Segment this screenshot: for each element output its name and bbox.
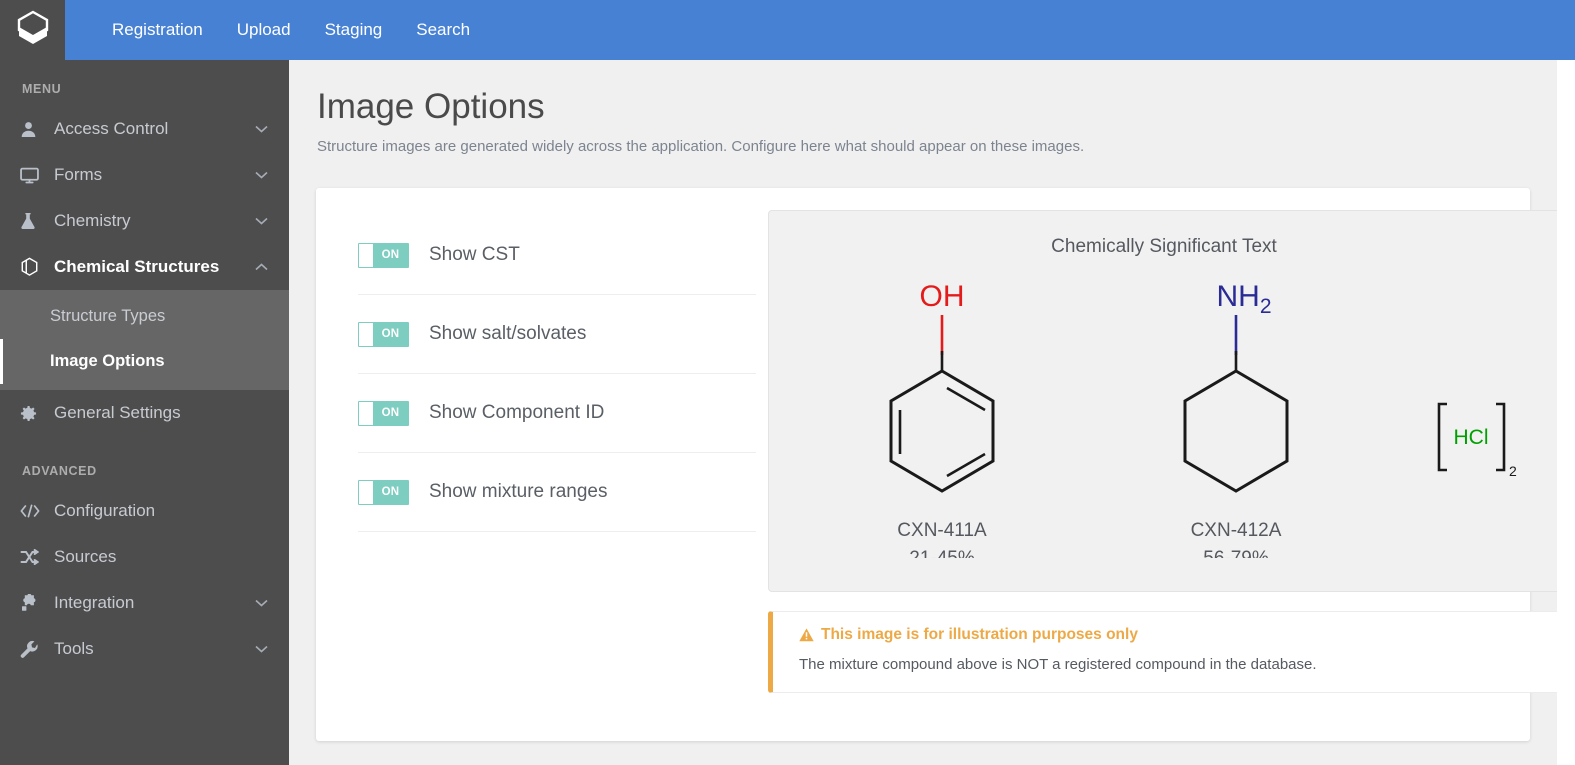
structure-component-2: NH2 CXN-412A 56-79% xyxy=(1183,280,1289,558)
preview-title: Chemically Significant Text xyxy=(1051,236,1277,257)
toggle-state-label: ON xyxy=(381,328,400,340)
option-row-show-cst: ON Show CST xyxy=(358,216,756,295)
option-label-show-salt-solvates: Show salt/solvates xyxy=(429,323,587,344)
hexagon-icon xyxy=(20,257,46,277)
option-label-show-mixture-ranges: Show mixture ranges xyxy=(429,481,608,502)
sidebar-label-forms: Forms xyxy=(54,165,103,184)
sidebar-item-tools[interactable]: Tools xyxy=(0,626,289,672)
chevron-down-icon xyxy=(255,125,269,133)
option-label-show-cst: Show CST xyxy=(429,244,520,265)
toggle-state-label: ON xyxy=(381,486,400,498)
structure-preview-column: Chemically Significant Text OH CXN-411A … xyxy=(756,210,1557,741)
right-gutter xyxy=(1557,60,1575,765)
puzzle-icon xyxy=(20,594,46,612)
svg-text:OH: OH xyxy=(920,280,965,313)
sidebar-label-chemical-structures: Chemical Structures xyxy=(54,257,220,276)
sidebar-label-configuration: Configuration xyxy=(54,501,156,520)
nav-item-search[interactable]: Search xyxy=(399,0,487,60)
svg-text:HCl: HCl xyxy=(1454,426,1489,449)
sidebar-item-configuration[interactable]: Configuration xyxy=(0,488,289,534)
sidebar-item-forms[interactable]: Forms xyxy=(0,152,289,198)
sidebar-label-structure-types: Structure Types xyxy=(50,307,166,325)
sidebar-item-chemistry[interactable]: Chemistry xyxy=(0,198,289,244)
svg-text:21-45%: 21-45% xyxy=(909,548,975,558)
settings-card: ON Show CST ON Show salt/solvates ON Sho… xyxy=(316,188,1557,741)
svg-text:NH2: NH2 xyxy=(1216,280,1271,318)
option-label-show-component-id: Show Component ID xyxy=(429,402,605,423)
nav-item-staging[interactable]: Staging xyxy=(308,0,400,60)
warning-title: This image is for illustration purposes … xyxy=(821,626,1138,643)
sidebar-label-access-control: Access Control xyxy=(54,119,169,138)
structure-preview-box: Chemically Significant Text OH CXN-411A … xyxy=(768,210,1557,592)
sidebar-item-sources[interactable]: Sources xyxy=(0,534,289,580)
monitor-icon xyxy=(20,167,46,184)
user-icon xyxy=(20,121,46,138)
structure-image: OH CXN-411A NH2 CXN-412A HCl 2 xyxy=(769,258,1557,558)
chevron-up-icon xyxy=(255,263,269,271)
toggle-knob xyxy=(359,401,373,425)
option-row-show-salt-solvates: ON Show salt/solvates xyxy=(358,295,756,374)
warning-title-row: This image is for illustration purposes … xyxy=(799,626,1557,645)
app-root: Registration Upload Staging Search MENU … xyxy=(0,0,1575,765)
toggle-state-label: ON xyxy=(381,407,400,419)
sidebar-item-general-settings[interactable]: General Settings xyxy=(0,390,289,436)
structure-salt: HCl 2 xyxy=(1437,402,1517,479)
flask-icon xyxy=(20,212,46,230)
top-bar: Registration Upload Staging Search xyxy=(0,0,1575,60)
nav-item-upload[interactable]: Upload xyxy=(220,0,308,60)
toggle-show-mixture-ranges[interactable]: ON xyxy=(358,479,409,505)
toggle-show-component-id[interactable]: ON xyxy=(358,400,409,426)
svg-text:CXN-412A: CXN-412A xyxy=(1191,520,1282,541)
sidebar-section-advanced: ADVANCED xyxy=(22,464,97,478)
chevron-down-icon xyxy=(255,171,269,179)
page-subtitle: Structure images are generated widely ac… xyxy=(317,138,1085,155)
sidebar-submenu-chemical-structures: Structure Types Image Options xyxy=(0,290,289,390)
gear-icon xyxy=(20,405,46,422)
sidebar-item-chemical-structures[interactable]: Chemical Structures xyxy=(0,244,289,290)
sidebar-label-general-settings: General Settings xyxy=(54,403,181,422)
wrench-icon xyxy=(20,640,46,659)
toggle-knob xyxy=(359,243,373,267)
warning-triangle-icon xyxy=(799,628,814,642)
sidebar-label-sources: Sources xyxy=(54,547,117,566)
option-row-show-component-id: ON Show Component ID xyxy=(358,374,756,453)
sidebar-item-access-control[interactable]: Access Control xyxy=(0,106,289,152)
warning-body: The mixture compound above is NOT a regi… xyxy=(799,655,1317,673)
toggle-knob xyxy=(359,322,373,346)
warning-banner: This image is for illustration purposes … xyxy=(768,611,1557,693)
nav-item-registration[interactable]: Registration xyxy=(95,0,220,60)
sidebar-item-image-options[interactable]: Image Options xyxy=(0,339,289,384)
sidebar-label-integration: Integration xyxy=(54,593,135,612)
sidebar-label-chemistry: Chemistry xyxy=(54,211,131,230)
options-list: ON Show CST ON Show salt/solvates ON Sho… xyxy=(338,210,756,741)
sidebar-label-tools: Tools xyxy=(54,639,94,658)
main-content: Image Options Structure images are gener… xyxy=(289,60,1557,765)
app-logo[interactable] xyxy=(0,0,65,60)
svg-text:56-79%: 56-79% xyxy=(1203,548,1269,558)
option-row-show-mixture-ranges: ON Show mixture ranges xyxy=(358,453,756,532)
svg-text:CXN-411A: CXN-411A xyxy=(897,520,987,541)
hexagon-cube-logo-icon xyxy=(14,10,52,50)
shuffle-icon xyxy=(20,549,46,565)
chevron-down-icon xyxy=(255,599,269,607)
svg-text:2: 2 xyxy=(1509,463,1517,479)
page-title: Image Options xyxy=(317,87,545,126)
chevron-down-icon xyxy=(255,217,269,225)
toggle-show-salt-solvates[interactable]: ON xyxy=(358,321,409,347)
sidebar-item-integration[interactable]: Integration xyxy=(0,580,289,626)
structure-component-1: OH CXN-411A xyxy=(889,280,995,558)
main-navigation: Registration Upload Staging Search xyxy=(65,0,1575,60)
sidebar: MENU Access Control Forms Chemistry Chem… xyxy=(0,60,289,765)
toggle-knob xyxy=(359,480,373,504)
sidebar-item-structure-types[interactable]: Structure Types xyxy=(0,294,289,339)
sidebar-section-menu: MENU xyxy=(22,82,62,96)
toggle-state-label: ON xyxy=(381,249,400,261)
chevron-down-icon xyxy=(255,645,269,653)
toggle-show-cst[interactable]: ON xyxy=(358,242,409,268)
code-icon xyxy=(20,504,46,518)
sidebar-label-image-options: Image Options xyxy=(50,352,165,370)
